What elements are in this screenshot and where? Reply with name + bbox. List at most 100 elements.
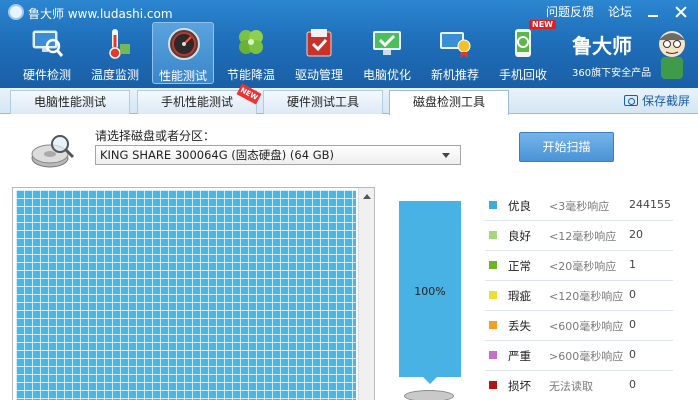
speedometer-icon (168, 28, 200, 60)
tab-bar: 电脑性能测试 手机性能测试 NEW 硬件测试工具 磁盘检测工具 (0, 83, 698, 115)
tool-performance-test[interactable]: 性能测试 (152, 22, 214, 84)
minimize-icon[interactable] (646, 5, 660, 19)
tool-label: 温度监测 (90, 68, 139, 82)
start-scan-button[interactable]: 开始扫描 (519, 132, 614, 162)
legend-swatch (489, 231, 497, 239)
block-grid (16, 190, 356, 400)
tool-hardware-check[interactable]: 硬件检测 (16, 22, 78, 84)
scan-progress-label: 100% (414, 285, 446, 298)
tab-pc-performance[interactable]: 电脑性能测试 (10, 90, 130, 114)
app-logo-icon (8, 4, 24, 20)
tool-label: 性能测试 (158, 69, 207, 83)
tool-label: 手机回收 (498, 68, 547, 82)
legend-name: 优良 (508, 199, 531, 213)
monitor-check-icon (373, 31, 401, 55)
legend-name: 瑕疵 (508, 289, 531, 303)
legend-swatch (489, 261, 497, 269)
clover-leaf-icon (239, 30, 263, 54)
legend-range: <120毫秒响应 (549, 290, 624, 303)
disk-block-map (12, 187, 375, 400)
legend-count: 0 (629, 318, 636, 331)
block-map-scrollbar[interactable] (358, 188, 374, 400)
tool-label: 节能降温 (226, 68, 275, 82)
legend-row: 优良 <3毫秒响应 244155 (485, 196, 685, 221)
legend-range: <600毫秒响应 (549, 320, 624, 333)
save-screenshot-label: 保存截屏 (641, 94, 690, 108)
tool-phone-recycle[interactable]: NEW 手机回收 (492, 20, 556, 84)
hard-disk-icon (404, 390, 454, 400)
feedback-link[interactable]: 问题反馈 (546, 3, 594, 20)
legend-swatch (489, 201, 497, 209)
main-toolbar: 鲁大师 www.ludashi.com 问题反馈 论坛 硬件检测 温度监测 性能… (0, 0, 698, 88)
legend-divider (485, 370, 673, 371)
legend-count: 0 (629, 348, 636, 361)
hard-disk-magnifier-icon (31, 135, 75, 168)
scroll-up-icon[interactable] (363, 194, 371, 199)
legend-name: 良好 (508, 229, 531, 243)
tab-disk-check[interactable]: 磁盘检测工具 (389, 90, 509, 115)
tab-phone-performance[interactable]: 手机性能测试 NEW (137, 83, 262, 114)
computer-magnifier-icon (32, 30, 64, 57)
computer-medal-icon (440, 32, 471, 58)
save-screenshot-button[interactable]: 保存截屏 (623, 92, 690, 109)
legend-swatch (489, 321, 497, 329)
legend-name: 损坏 (508, 379, 531, 393)
close-icon[interactable] (674, 5, 688, 19)
tool-label: 驱动管理 (294, 68, 343, 82)
legend-count: 244155 (629, 198, 671, 211)
tool-pc-optimize[interactable]: 电脑优化 (356, 22, 418, 84)
legend-divider (485, 310, 673, 311)
brand-name: 鲁大师 (572, 34, 632, 58)
legend-row: 正常 <20毫秒响应 1 (485, 256, 685, 281)
legend-row: 良好 <12毫秒响应 20 (485, 226, 685, 251)
brand-slogan: 360旗下安全产品 (572, 68, 652, 79)
camera-icon (623, 95, 638, 106)
forum-link[interactable]: 论坛 (608, 3, 632, 20)
legend-range: <3毫秒响应 (549, 200, 610, 213)
legend-row: 损坏 无法读取 0 (485, 376, 685, 396)
legend-divider (485, 220, 673, 221)
legend-name: 严重 (508, 349, 531, 363)
mascot-icon (659, 31, 685, 79)
legend-divider (485, 340, 673, 341)
tool-label: 硬件检测 (22, 68, 71, 82)
legend-divider (485, 280, 673, 281)
legend-name: 丢失 (508, 319, 531, 333)
legend-range: 无法读取 (549, 380, 593, 393)
legend-range: <20毫秒响应 (549, 260, 617, 273)
tool-temperature[interactable]: 温度监测 (84, 22, 146, 84)
legend-row: 严重 >600毫秒响应 0 (485, 346, 685, 371)
tool-label: 电脑优化 (362, 68, 411, 82)
legend-name: 正常 (508, 259, 531, 273)
tab-hardware-tools[interactable]: 硬件测试工具 (263, 90, 383, 114)
chevron-down-icon (442, 153, 450, 158)
legend-count: 0 (629, 378, 636, 391)
tool-new-pc-recommend[interactable]: 新机推荐 (424, 22, 486, 84)
driver-box-icon (306, 29, 332, 57)
legend-divider (485, 250, 673, 251)
legend-row: 丢失 <600毫秒响应 0 (485, 316, 685, 341)
disk-select-dropdown[interactable]: KING SHARE 300064G (固态硬盘) (64 GB) (95, 145, 461, 165)
disk-select-value: KING SHARE 300064G (固态硬盘) (64 GB) (100, 148, 334, 162)
window-controls: 问题反馈 论坛 (532, 3, 688, 20)
legend-range: <12毫秒响应 (549, 230, 617, 243)
phone-recycle-icon (515, 29, 531, 57)
brand-area: 鲁大师 360旗下安全产品 (570, 26, 694, 82)
legend-count: 1 (629, 258, 636, 271)
legend-swatch (489, 351, 497, 359)
legend-count: 0 (629, 288, 636, 301)
progress-arrow-icon (422, 376, 438, 384)
window-title: 鲁大师 www.ludashi.com (28, 7, 173, 21)
thermometer-icon (109, 29, 130, 59)
tool-driver-management[interactable]: 驱动管理 (288, 22, 350, 84)
tab-label: 手机性能测试 (160, 95, 233, 109)
legend-range: >600毫秒响应 (549, 350, 624, 363)
disk-select-label: 请选择磁盘或者分区： (95, 129, 216, 143)
legend-swatch (489, 381, 497, 389)
legend-row: 瑕疵 <120毫秒响应 0 (485, 286, 685, 311)
legend-count: 20 (629, 228, 643, 241)
legend-swatch (489, 291, 497, 299)
tool-energy-saving[interactable]: 节能降温 (220, 22, 282, 84)
tool-label: 新机推荐 (430, 68, 479, 82)
new-badge: NEW (529, 20, 556, 29)
